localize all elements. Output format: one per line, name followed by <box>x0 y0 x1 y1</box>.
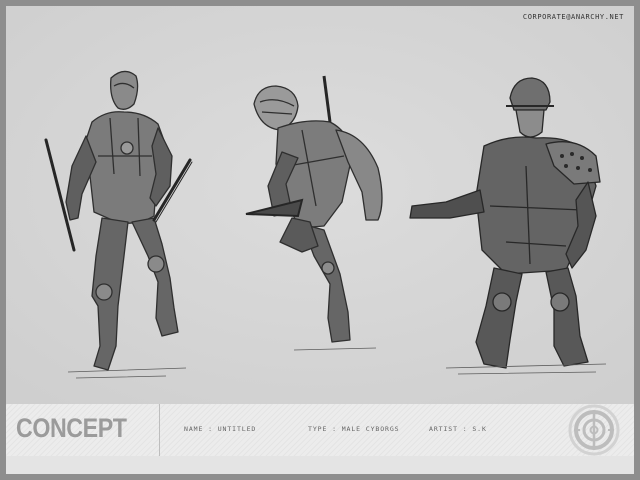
name-field: NAME : UNTITLED <box>184 425 257 433</box>
concept-title: CONCEPT <box>16 413 127 443</box>
target-circle-logo-icon <box>564 404 624 456</box>
sketch-artwork <box>6 6 634 404</box>
info-footer: CONCEPT NAME : UNTITLED TYPE : MALE CYBO… <box>6 404 634 456</box>
bottom-band <box>6 456 634 474</box>
footer-divider <box>159 404 160 456</box>
artist-field: ARTIST : S.K <box>429 425 487 433</box>
type-field: TYPE : MALE CYBORGS <box>308 425 400 433</box>
site-url-text: CORPORATE@ANARCHY.NET <box>522 13 624 21</box>
concept-art-canvas: CORPORATE@ANARCHY.NET <box>6 6 634 404</box>
